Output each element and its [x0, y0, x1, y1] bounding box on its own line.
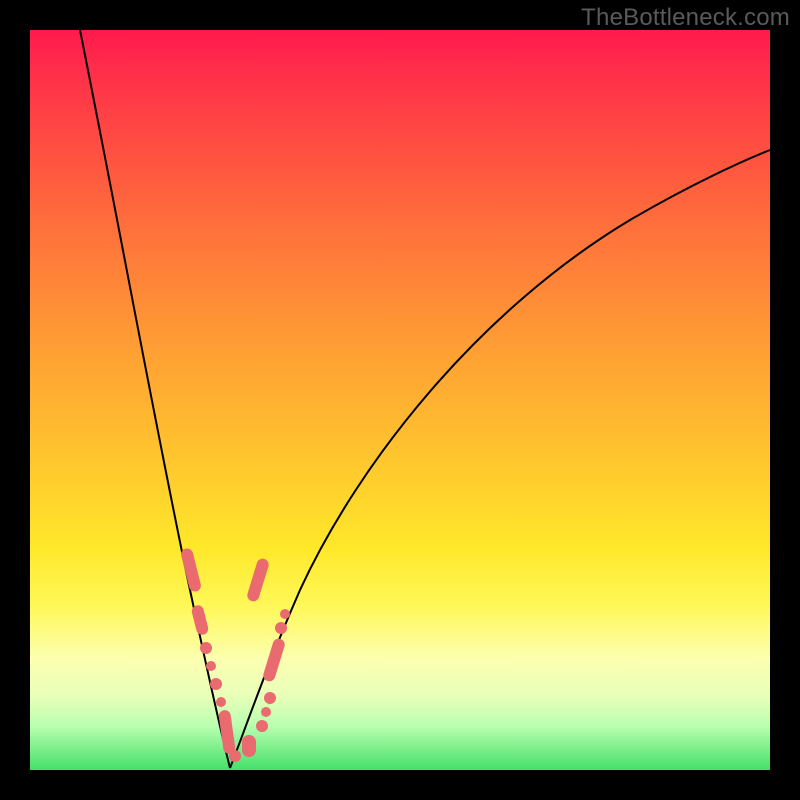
- marker-capsule: [191, 604, 210, 636]
- marker-dot: [206, 661, 216, 671]
- curve-left: [80, 30, 230, 768]
- marker-capsule: [180, 547, 202, 593]
- marker-dot: [256, 720, 268, 732]
- marker-dot: [210, 678, 222, 690]
- marker-capsule: [262, 637, 286, 683]
- marker-dot: [261, 707, 271, 717]
- marker-dot: [264, 692, 276, 704]
- watermark-text: TheBottleneck.com: [581, 4, 790, 32]
- marker-capsule: [246, 557, 270, 603]
- marker-dot: [200, 642, 212, 654]
- marker-dot: [229, 750, 241, 762]
- marker-dot: [275, 622, 287, 634]
- plot-area: [30, 30, 770, 770]
- bottleneck-curve: [30, 30, 770, 770]
- marker-capsule: [242, 735, 256, 757]
- curve-right: [230, 150, 770, 768]
- marker-group: [180, 547, 290, 762]
- marker-dot: [216, 697, 226, 707]
- marker-dot: [280, 609, 290, 619]
